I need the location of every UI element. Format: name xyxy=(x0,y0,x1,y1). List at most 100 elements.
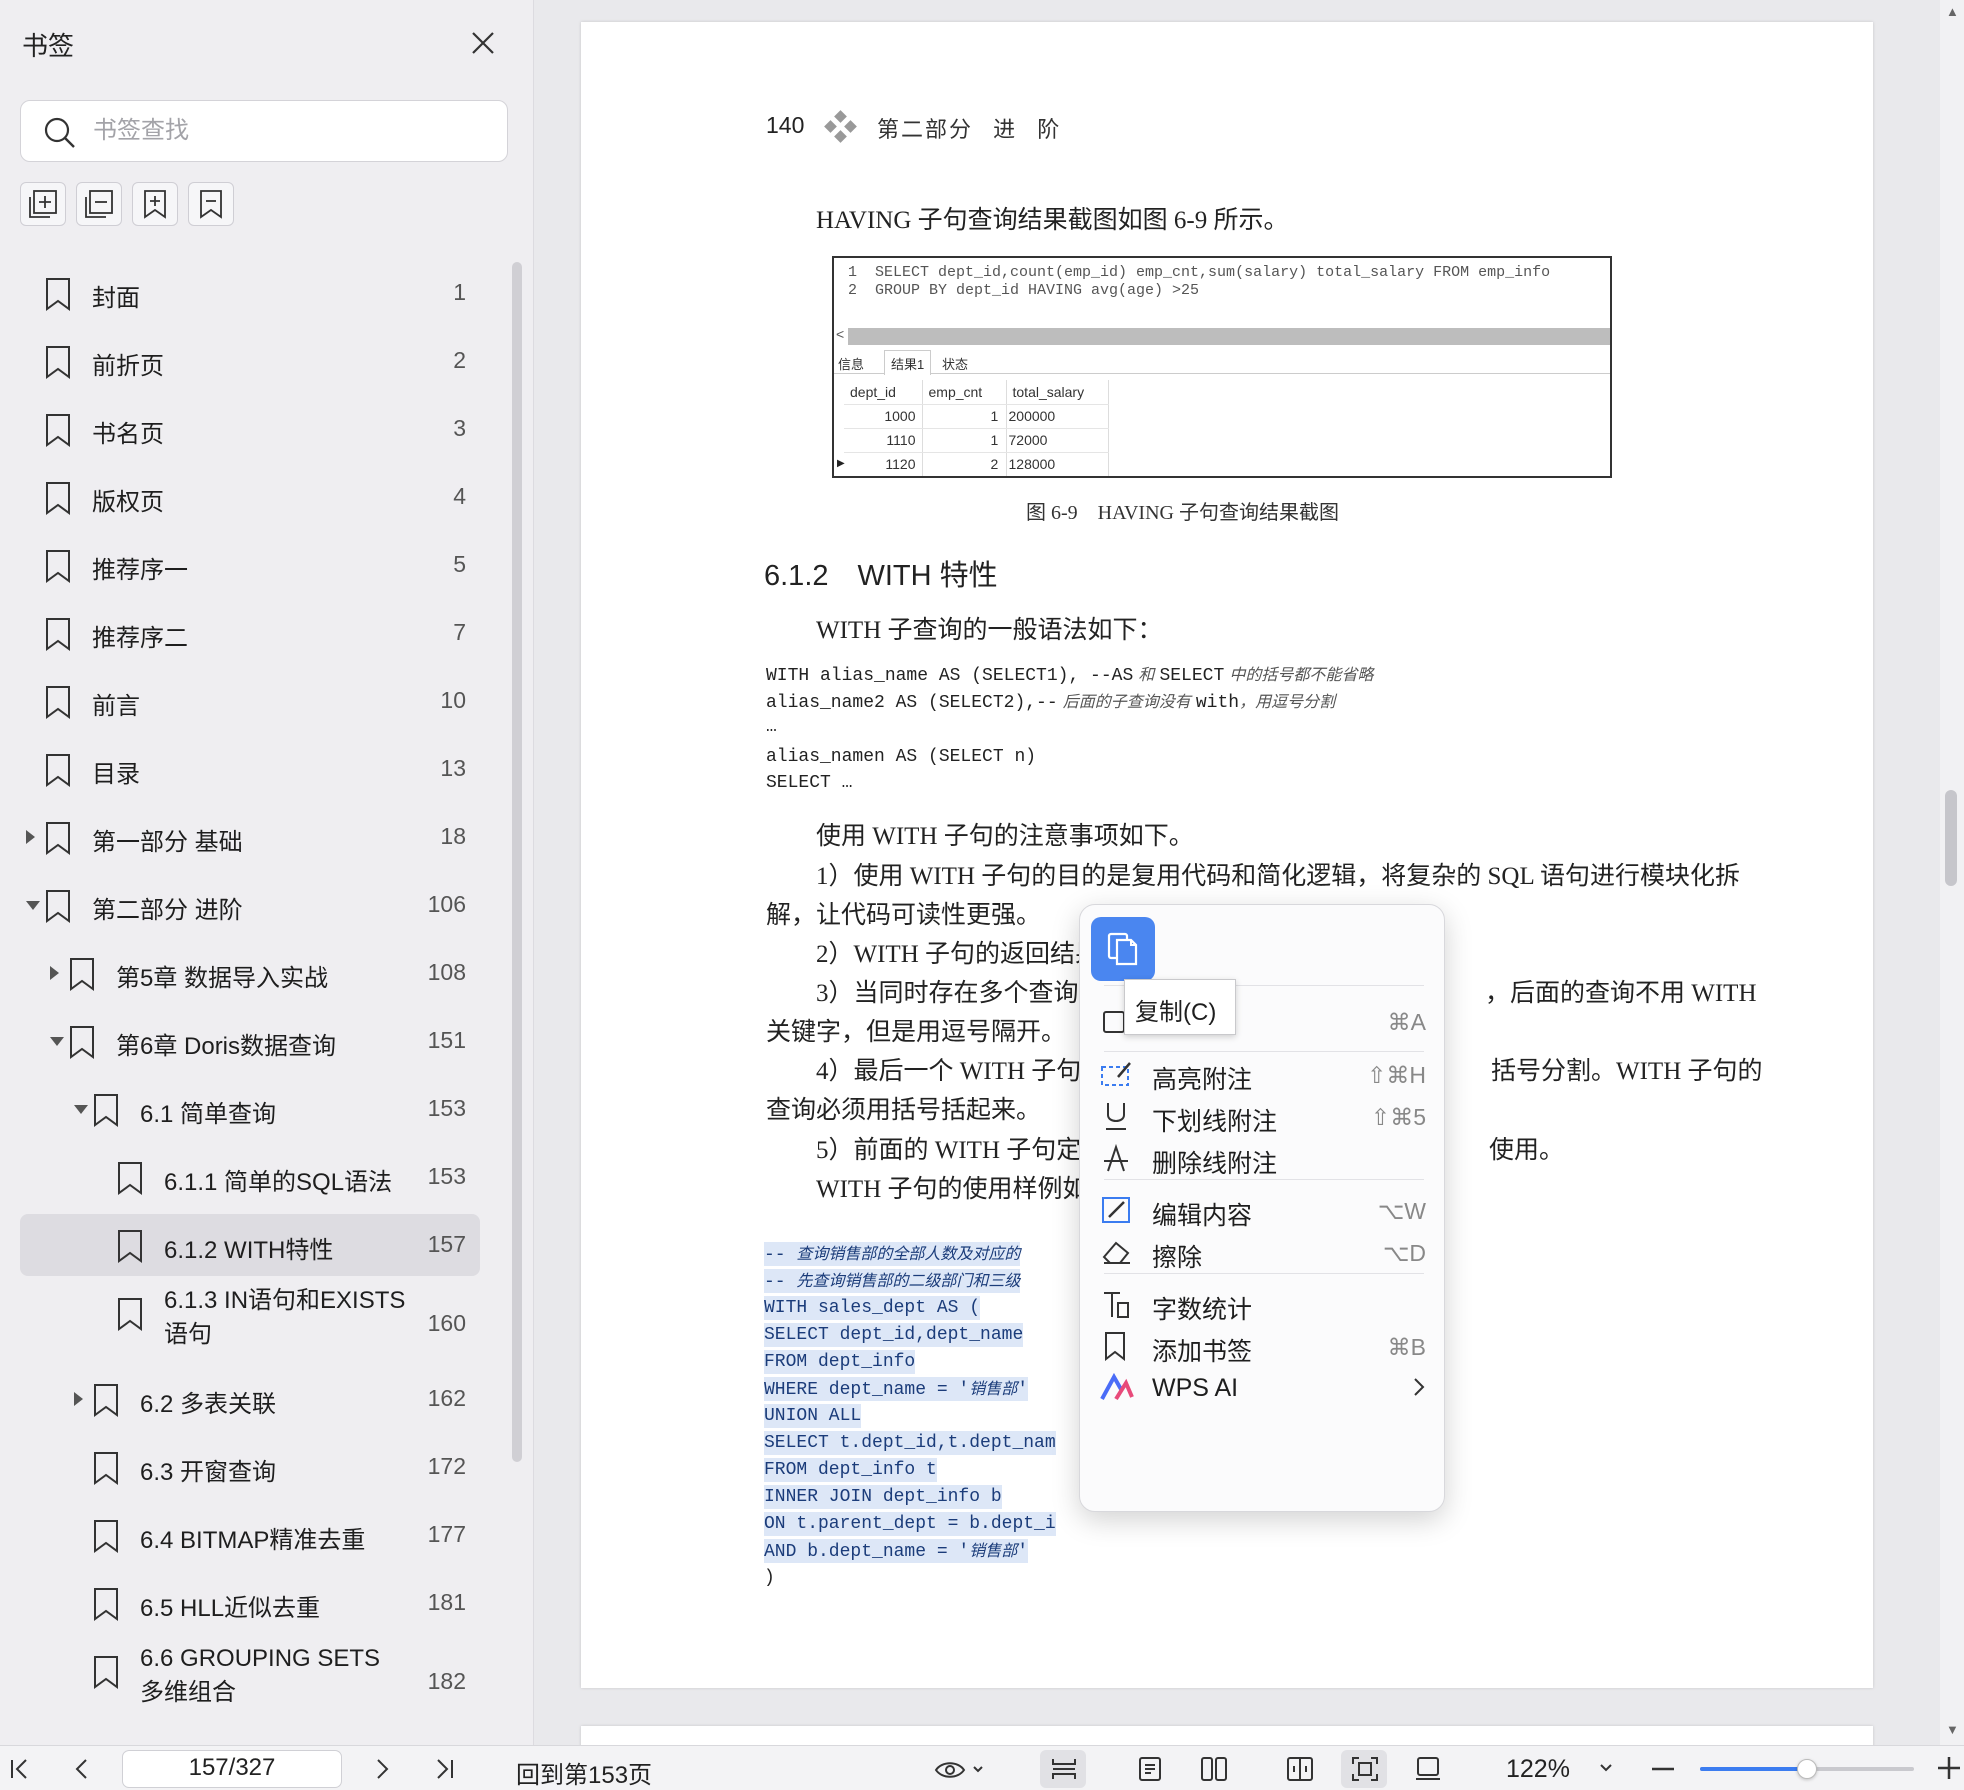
bookmark-item[interactable]: 前折页 2 xyxy=(20,330,480,392)
menu-item[interactable]: 高亮附注 ⇧⌘H xyxy=(1100,1053,1436,1097)
scrollbar-thumb[interactable] xyxy=(1945,790,1957,886)
menu-item[interactable]: 字数统计 xyxy=(1100,1283,1436,1327)
menu-item[interactable]: 添加书签 ⌘B xyxy=(1100,1325,1436,1369)
collapsed-triangle-icon[interactable] xyxy=(50,966,59,980)
table-cell: 1000 xyxy=(844,404,923,429)
prev-page-icon[interactable] xyxy=(70,1756,94,1787)
book-view-icon[interactable] xyxy=(1286,1756,1314,1787)
bookmark-item[interactable]: 6.4 BITMAP精准去重 177 xyxy=(20,1504,480,1566)
code-line: INNER JOIN dept_info b xyxy=(764,1485,1002,1509)
add-bookmark-button[interactable] xyxy=(132,182,178,226)
bookmark-item[interactable]: 6.1 简单查询 153 xyxy=(20,1078,480,1140)
bookmark-item[interactable]: 6.1.1 简单的SQL语法 153 xyxy=(20,1146,480,1208)
copy-button[interactable] xyxy=(1091,917,1155,981)
collapse-all-icon xyxy=(85,190,113,218)
expand-all-button[interactable] xyxy=(20,182,66,226)
bookmark-item[interactable]: 第5章 数据导入实战 108 xyxy=(20,942,480,1004)
copy-tooltip: 复制(C) xyxy=(1124,979,1236,1035)
bookmark-label: 推荐序二 xyxy=(92,625,188,652)
menu-item[interactable]: 擦除 ⌥D xyxy=(1100,1231,1436,1275)
fit-width-icon[interactable] xyxy=(1414,1756,1442,1787)
bookmark-item[interactable]: 6.1.2 WITH特性 157 xyxy=(20,1214,480,1276)
code-text: SELECT … xyxy=(766,773,853,793)
page-indicator-input[interactable]: 157/327 xyxy=(122,1750,342,1788)
close-icon[interactable] xyxy=(468,28,498,58)
code-line: -- 查询销售部的全部人数及对应的 xyxy=(764,1242,1021,1266)
scroll-up-icon[interactable]: ▲ xyxy=(1946,4,1959,19)
bookmark-icon xyxy=(116,1229,144,1268)
bookmark-item[interactable]: 第二部分 进阶 106 xyxy=(20,874,480,936)
bookmark-page-number: 182 xyxy=(427,1668,466,1694)
figure-sql-line: 2 GROUP BY dept_id HAVING avg(age) >25 xyxy=(848,282,1200,299)
bookmark-item[interactable]: 6.6 GROUPING SETS多维组合 182 xyxy=(20,1640,480,1720)
search-input[interactable] xyxy=(93,111,493,151)
scroll-down-icon[interactable]: ▼ xyxy=(1946,1722,1959,1737)
bookmark-item[interactable]: 第6章 Doris数据查询 151 xyxy=(20,1010,480,1072)
collapsed-triangle-icon[interactable] xyxy=(74,1392,83,1406)
bookmark-icon xyxy=(92,1451,120,1490)
chevron-right-icon xyxy=(1412,1376,1426,1404)
bookmark-item[interactable]: 推荐序一 5 xyxy=(20,534,480,596)
figure-tabs: 信息 结果1 状态 xyxy=(834,350,1610,375)
zoom-slider[interactable] xyxy=(1700,1759,1914,1779)
bookmark-item[interactable]: 6.1.3 IN语句和EXISTS语句 160 xyxy=(20,1282,480,1362)
chevron-down-icon[interactable] xyxy=(1598,1760,1614,1781)
menu-shortcut: ⌥D xyxy=(1382,1240,1426,1266)
first-page-icon[interactable] xyxy=(8,1756,32,1787)
zoom-out-icon[interactable] xyxy=(1650,1758,1676,1785)
bookmark-label: 6.6 GROUPING SETS多维组合 xyxy=(140,1645,381,1706)
back-to-page-link[interactable]: 回到第153页 xyxy=(516,1755,652,1790)
bookmark-search[interactable] xyxy=(20,100,508,162)
remove-bookmark-button[interactable] xyxy=(188,182,234,226)
bookmark-page-number: 160 xyxy=(427,1310,466,1336)
code-text: AND b.dept_name = ' xyxy=(764,1542,970,1562)
bookmark-item[interactable]: 6.2 多表关联 162 xyxy=(20,1368,480,1430)
code-line: WITH alias_name AS (SELECT1), --AS 和 SEL… xyxy=(766,662,1373,689)
code-text: SELECT t.dept_id,t.dept_nam xyxy=(764,1433,1056,1453)
bookmark-page-number: 1 xyxy=(453,279,466,305)
document-scrollbar[interactable]: ▲ ▼ xyxy=(1940,0,1964,1745)
zoom-level[interactable]: 122% xyxy=(1506,1755,1570,1784)
bookmark-item[interactable]: 第一部分 基础 18 xyxy=(20,806,480,868)
bookmark-icon xyxy=(92,1587,120,1626)
bookmark-item[interactable]: 前言 10 xyxy=(20,670,480,732)
zoom-slider-knob[interactable] xyxy=(1797,1759,1817,1779)
two-page-icon[interactable] xyxy=(1200,1756,1228,1787)
bookmark-page-number: 4 xyxy=(453,483,466,509)
sidebar-scrollbar[interactable] xyxy=(512,262,522,1462)
bookmark-item[interactable]: 版权页 4 xyxy=(20,466,480,528)
bookmark-item[interactable]: 目录 13 xyxy=(20,738,480,800)
eye-icon[interactable] xyxy=(934,1758,986,1787)
bookmark-page-number: 7 xyxy=(453,619,466,645)
code-text: ) xyxy=(764,1568,775,1588)
paragraph-note4-cont: 查询必须用括号括起来。 xyxy=(766,1097,1042,1124)
bookmark-item[interactable]: 推荐序二 7 xyxy=(20,602,480,664)
bookmark-item[interactable]: 书名页 3 xyxy=(20,398,480,460)
expanded-triangle-icon[interactable] xyxy=(74,1105,88,1114)
bookmark-item[interactable]: 封面 1 xyxy=(20,262,480,324)
collapsed-triangle-icon[interactable] xyxy=(26,830,35,844)
menu-item[interactable]: 编辑内容 ⌥W xyxy=(1100,1189,1436,1233)
collapse-all-button[interactable] xyxy=(76,182,122,226)
bookmark-icon xyxy=(44,481,72,520)
bookmark-label: 6.1.3 IN语句和EXISTS语句 xyxy=(164,1287,406,1348)
code-text: … xyxy=(766,717,777,737)
table-header: dept_id xyxy=(844,380,923,405)
expanded-triangle-icon[interactable] xyxy=(50,1037,64,1046)
zoom-in-icon[interactable] xyxy=(1936,1755,1962,1786)
bookmark-page-number: 172 xyxy=(427,1453,466,1479)
table-row: 1110 1 72000 xyxy=(844,428,1109,453)
bookmark-item[interactable]: 6.3 开窗查询 172 xyxy=(20,1436,480,1498)
bookmark-icon xyxy=(44,345,72,384)
expanded-triangle-icon[interactable] xyxy=(26,901,40,910)
next-page-icon[interactable] xyxy=(370,1756,394,1787)
menu-item[interactable]: WPS AI xyxy=(1100,1367,1436,1411)
menu-item[interactable]: 下划线附注 ⇧⌘5 xyxy=(1100,1095,1436,1139)
single-page-icon[interactable] xyxy=(1136,1756,1164,1787)
bookmark-item[interactable]: 6.5 HLL近似去重 181 xyxy=(20,1572,480,1634)
last-page-icon[interactable] xyxy=(432,1756,456,1787)
bookmark-page-number: 153 xyxy=(427,1163,466,1189)
menu-item[interactable]: 删除线附注 xyxy=(1100,1137,1436,1181)
code-text: WITH alias_name AS (SELECT1), --AS xyxy=(766,666,1134,686)
code-text: alias_name2 AS (SELECT2),-- xyxy=(766,693,1058,713)
